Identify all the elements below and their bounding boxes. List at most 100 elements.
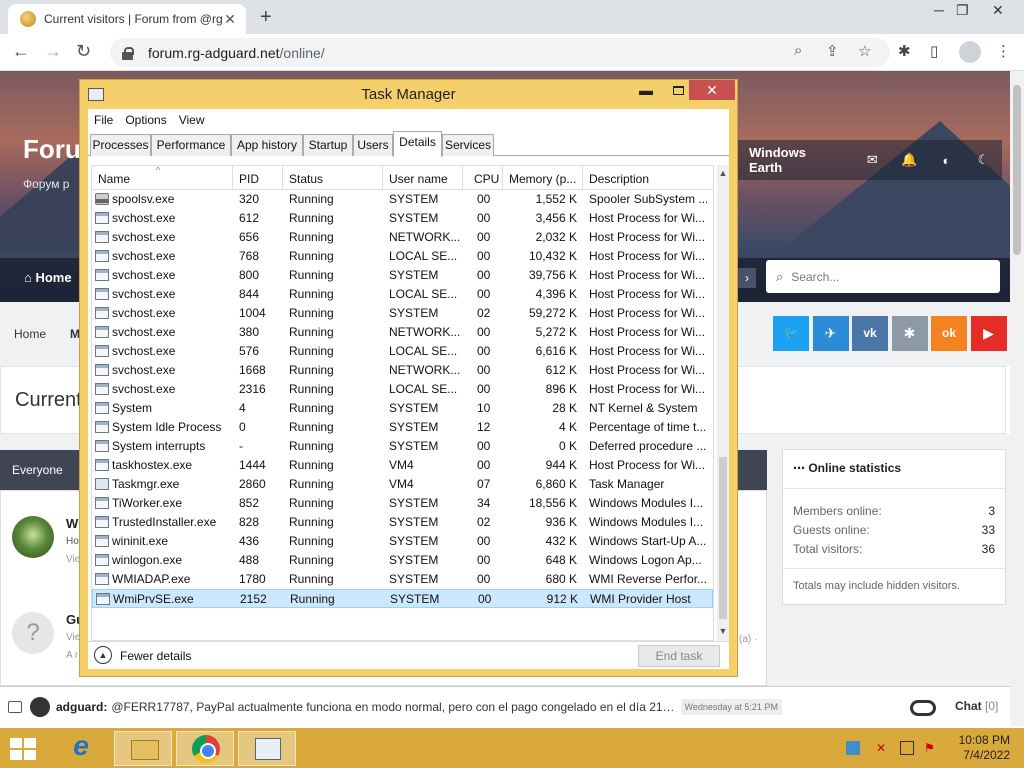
forum-search-input[interactable]: ⌕ Search... xyxy=(766,260,1000,293)
scroll-up-icon[interactable]: ▲ xyxy=(717,168,729,178)
dark-mode-moon-icon[interactable]: ☾ xyxy=(965,152,1002,168)
tab-processes[interactable]: Processes xyxy=(90,134,151,156)
table-row[interactable]: System 4 Running SYSTEM 10 28 K NT Kernel & Sy… xyxy=(92,399,713,418)
profile-avatar-icon[interactable] xyxy=(959,41,981,63)
window-close-icon[interactable]: ✕ xyxy=(992,2,1004,19)
taskbar-task-manager[interactable] xyxy=(238,731,296,766)
asterisk-icon[interactable]: ✱ xyxy=(891,316,928,351)
inbox-icon[interactable]: ✉ xyxy=(854,152,891,168)
col-cpu[interactable]: CPU xyxy=(474,172,499,186)
network-icon[interactable] xyxy=(900,741,914,755)
menu-view[interactable]: View xyxy=(179,113,205,127)
volume-muted-icon[interactable]: ✕ xyxy=(876,741,890,755)
tm-close-button[interactable]: ✕ xyxy=(689,80,735,100)
close-tab-icon[interactable]: ✕ xyxy=(222,11,238,28)
taskbar-file-explorer[interactable] xyxy=(114,731,172,766)
theme-toggle-icon[interactable]: ◐ xyxy=(928,153,965,168)
col-name[interactable]: Name xyxy=(98,172,130,186)
windows-start-icon[interactable] xyxy=(10,738,36,760)
tab-services[interactable]: Services xyxy=(442,134,494,156)
tray-app-icon[interactable] xyxy=(846,741,860,755)
share-icon[interactable]: ⇪ xyxy=(826,42,839,60)
forward-icon[interactable]: → xyxy=(44,41,62,62)
back-icon[interactable]: ← xyxy=(12,41,30,62)
table-row[interactable]: System Idle Process 0 Running SYSTEM 12 4 K Pe… xyxy=(92,418,713,437)
nav-windows-earth[interactable]: Windows Earth xyxy=(749,145,836,175)
extensions-icon[interactable]: ✱ xyxy=(898,42,911,60)
menu-file[interactable]: File xyxy=(94,113,113,127)
window-restore-icon[interactable]: ❐ xyxy=(956,2,969,19)
table-row[interactable]: svchost.exe 844 Running LOCAL SE... 00 4,396 … xyxy=(92,285,713,304)
menu-kebab-icon[interactable]: ⋮ xyxy=(996,42,1011,60)
scroll-down-icon[interactable]: ▼ xyxy=(717,626,729,636)
table-row[interactable]: svchost.exe 1668 Running NETWORK... 00 612 K H… xyxy=(92,361,713,380)
system-clock[interactable]: 10:08 PM 7/4/2022 xyxy=(950,733,1010,763)
tm-minimize-button[interactable]: ▬ xyxy=(632,82,660,100)
table-row[interactable]: svchost.exe 380 Running NETWORK... 00 5,272 K… xyxy=(92,323,713,342)
lock-icon[interactable] xyxy=(122,46,134,60)
table-row[interactable]: spoolsv.exe 320 Running SYSTEM 00 1,552 K Spoo… xyxy=(92,190,713,209)
table-row[interactable]: svchost.exe 800 Running SYSTEM 00 39,756 K Hos… xyxy=(92,266,713,285)
browser-tab[interactable]: Current visitors | Forum from @rg ✕ xyxy=(8,4,246,34)
scroll-thumb[interactable] xyxy=(719,457,727,619)
col-status[interactable]: Status xyxy=(289,172,323,186)
page-scrollbar[interactable] xyxy=(1010,71,1024,726)
twitter-icon[interactable]: 🐦 xyxy=(773,316,809,351)
address-bar[interactable]: forum.rg-adguard.net/online/ xyxy=(110,38,890,67)
forum-logo-title[interactable]: Foru xyxy=(23,134,81,165)
nav-home[interactable]: ⌂ Home xyxy=(24,270,72,285)
table-row[interactable]: winlogon.exe 488 Running SYSTEM 00 648 K Windo… xyxy=(92,551,713,570)
bookmark-star-icon[interactable]: ☆ xyxy=(858,42,871,60)
table-row[interactable]: WmiPrvSE.exe 2152 Running SYSTEM 00 912 K WMI … xyxy=(92,589,713,608)
col-description[interactable]: Description xyxy=(589,172,649,186)
task-manager-titlebar[interactable]: Task Manager ▬ ✕ xyxy=(80,80,737,109)
tab-details[interactable]: Details xyxy=(393,131,442,157)
odnoklassniki-icon[interactable]: ok xyxy=(931,316,967,351)
table-row[interactable]: svchost.exe 656 Running NETWORK... 00 2,032 K… xyxy=(92,228,713,247)
tm-maximize-button[interactable] xyxy=(664,82,692,100)
table-row[interactable]: wininit.exe 436 Running SYSTEM 00 432 K Window… xyxy=(92,532,713,551)
tab-app-history[interactable]: App history xyxy=(231,134,303,156)
table-row[interactable]: svchost.exe 612 Running SYSTEM 00 3,456 K Host… xyxy=(92,209,713,228)
chevron-up-circle-icon[interactable]: ▲ xyxy=(94,646,112,664)
tm-vertical-scrollbar[interactable]: ▲ ▼ xyxy=(717,165,729,641)
col-user[interactable]: User name xyxy=(389,172,448,186)
menu-options[interactable]: Options xyxy=(125,113,166,127)
table-row[interactable]: svchost.exe 1004 Running SYSTEM 02 59,272 K Ho… xyxy=(92,304,713,323)
tab-performance[interactable]: Performance xyxy=(151,134,231,156)
taskbar-chrome[interactable] xyxy=(176,731,234,766)
table-row[interactable]: TrustedInstaller.exe 828 Running SYSTEM 02 93… xyxy=(92,513,713,532)
internet-explorer-icon[interactable]: e xyxy=(66,731,96,761)
table-row[interactable]: svchost.exe 2316 Running LOCAL SE... 00 896 K… xyxy=(92,380,713,399)
tab-users[interactable]: Users xyxy=(353,134,393,156)
notifications-bell-icon[interactable]: 🔔 xyxy=(891,152,928,168)
reload-icon[interactable]: ↻ xyxy=(76,41,91,62)
telegram-icon[interactable]: ✈ xyxy=(812,316,849,351)
chat-user-avatar[interactable] xyxy=(30,696,50,717)
zoom-search-icon[interactable]: ⌕ xyxy=(794,42,802,59)
chat-username[interactable]: adguard: xyxy=(56,700,107,714)
table-row[interactable]: WMIADAP.exe 1780 Running SYSTEM 00 680 K WMI R… xyxy=(92,570,713,589)
user-avatar[interactable] xyxy=(12,516,54,558)
chat-toggle[interactable] xyxy=(910,700,936,716)
action-center-icon[interactable]: ⚑ xyxy=(924,741,938,755)
side-panel-icon[interactable]: ▯ xyxy=(930,42,938,60)
tab-startup[interactable]: Startup xyxy=(303,134,353,156)
table-row[interactable]: System interrupts - Running SYSTEM 00 0 K Defe… xyxy=(92,437,713,456)
chat-button[interactable]: Chat [0] xyxy=(955,699,998,713)
end-task-button[interactable]: End task xyxy=(638,645,720,667)
chat-bubble-icon[interactable] xyxy=(8,700,22,713)
table-row[interactable]: svchost.exe 768 Running LOCAL SE... 00 10,432… xyxy=(92,247,713,266)
chevron-right-icon[interactable]: › xyxy=(738,268,756,288)
table-row[interactable]: TiWorker.exe 852 Running SYSTEM 34 18,556 K Wi… xyxy=(92,494,713,513)
new-tab-icon[interactable]: + xyxy=(260,6,272,29)
vk-icon[interactable]: vk xyxy=(852,316,888,351)
col-memory[interactable]: Memory (p... xyxy=(509,172,576,186)
fewer-details-link[interactable]: Fewer details xyxy=(120,649,191,663)
youtube-icon[interactable]: ▶ xyxy=(970,316,1007,351)
table-row[interactable]: svchost.exe 576 Running LOCAL SE... 00 6,616 … xyxy=(92,342,713,361)
breadcrumb-home[interactable]: Home xyxy=(14,327,46,341)
user1-name[interactable]: W xyxy=(66,516,78,531)
col-pid[interactable]: PID xyxy=(239,172,259,186)
table-row[interactable]: taskhostex.exe 1444 Running VM4 00 944 K Host … xyxy=(92,456,713,475)
